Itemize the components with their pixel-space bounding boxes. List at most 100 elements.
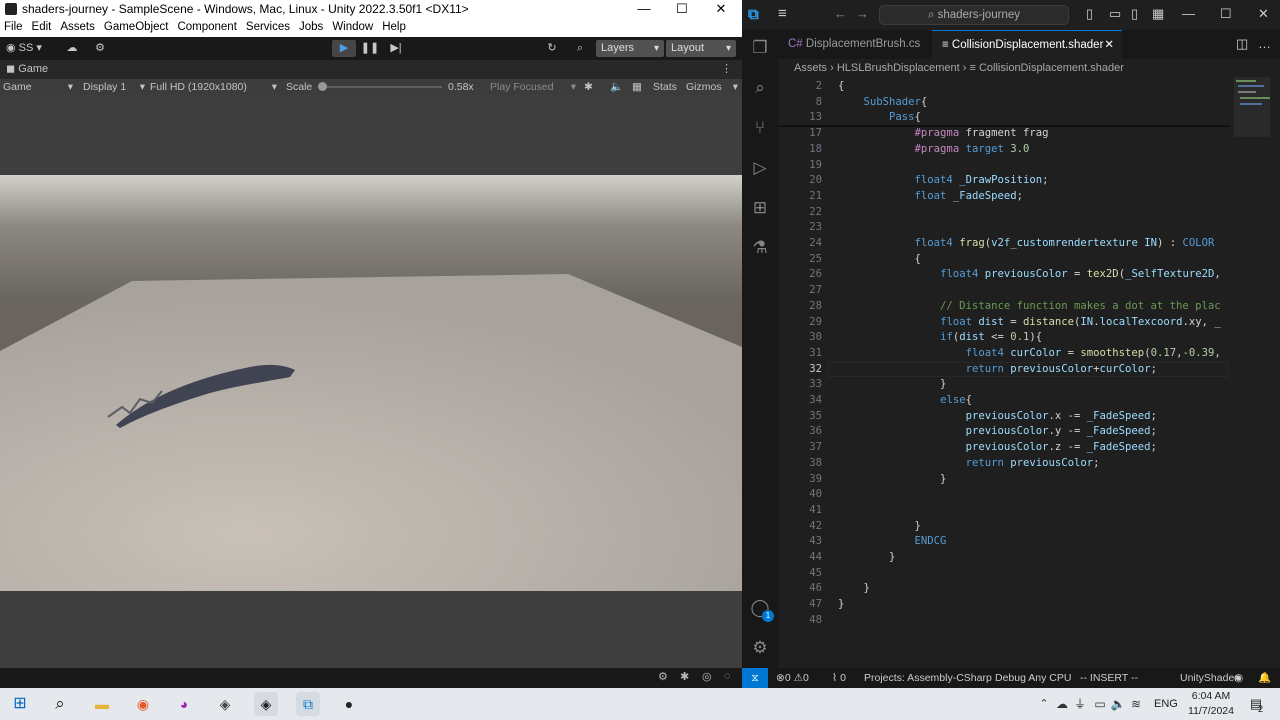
minimize-button[interactable]: — (624, 0, 664, 18)
minimap[interactable] (1230, 77, 1280, 668)
manage-gear-icon[interactable]: ⚙ (750, 638, 770, 658)
cloud-icon[interactable]: ☁ (62, 40, 82, 57)
code-line[interactable]: #pragma fragment frag (838, 126, 1049, 142)
tab-collision-displacement[interactable]: ≡ CollisionDisplacement.shader ✕ (932, 30, 1122, 59)
unity-editor-icon[interactable]: ◈ (254, 692, 278, 716)
bug-icon[interactable]: ✱ (584, 79, 593, 95)
info-icon[interactable]: ◌ (724, 670, 731, 682)
customize-layout-icon[interactable]: ▦ (1152, 6, 1164, 22)
source-control-icon[interactable]: ⑂ (750, 118, 770, 138)
account-dropdown[interactable]: ◉ SS ▾ (6, 40, 54, 57)
wifi-icon[interactable]: ≋ (1124, 692, 1148, 716)
code-line[interactable]: previousColor.y -= _FadeSpeed; (838, 424, 1157, 440)
maximize-button[interactable]: ☐ (662, 0, 702, 18)
layers-dropdown[interactable]: Layers (596, 40, 664, 57)
game-viewport[interactable] (0, 95, 742, 668)
split-editor-icon[interactable]: ◫ (1236, 36, 1248, 52)
code-line[interactable]: } (838, 377, 946, 393)
code-line[interactable]: { (838, 252, 921, 268)
minimize-button[interactable]: — (1182, 6, 1195, 21)
recorder-icon[interactable]: ● (337, 692, 361, 716)
code-line[interactable]: return previousColor; (838, 456, 1100, 472)
layout-dropdown[interactable]: Layout (666, 40, 736, 57)
code-line[interactable]: else{ (838, 393, 972, 409)
code-line[interactable]: float _FadeSpeed; (838, 189, 1023, 205)
stats-button[interactable]: Stats (653, 79, 677, 95)
code-line[interactable]: float4 frag(v2f_customrendertexture IN) … (838, 236, 1215, 252)
maximize-button[interactable]: ☐ (1220, 6, 1232, 22)
keyboard-icon[interactable]: ▦ (632, 79, 642, 95)
ports-indicator[interactable]: ⌇ 0 (832, 668, 846, 688)
code-line[interactable]: ENDCG (838, 534, 947, 550)
code-line[interactable]: Pass{ (838, 110, 921, 126)
tab-displacement-brush[interactable]: C# DisplacementBrush.cs (778, 30, 928, 59)
language-indicator[interactable]: ENG (1154, 698, 1178, 710)
menu-item-services[interactable]: Services (246, 18, 290, 37)
gamepad-app-icon[interactable]: ◕ (172, 692, 196, 716)
close-button[interactable]: ✕ (1258, 6, 1269, 22)
close-tab-icon[interactable]: ✕ (1104, 31, 1114, 60)
toggle-panel-icon[interactable]: ▭ (1109, 6, 1121, 22)
firefox-icon[interactable]: ◉ (131, 692, 155, 716)
code-line[interactable]: float4 _DrawPosition; (838, 173, 1049, 189)
close-button[interactable]: ✕ (701, 0, 741, 18)
forward-arrow-icon[interactable]: → (856, 6, 869, 21)
more-actions-icon[interactable]: … (1258, 36, 1271, 51)
bell-icon[interactable]: 🔔 (1258, 668, 1271, 688)
pause-button[interactable]: ❚❚ (358, 40, 382, 57)
vscode-taskbar-icon[interactable]: ⧉ (296, 692, 320, 716)
code-line[interactable]: float4 curColor = smoothstep(0.17,-0.39, (838, 346, 1221, 362)
unity-hub-icon[interactable]: ◈ (213, 692, 237, 716)
search-icon[interactable]: ⌕ (570, 40, 590, 57)
cache-icon[interactable]: ◎ (702, 670, 712, 683)
menu-item-window[interactable]: Window (332, 18, 373, 37)
resolution-dropdown[interactable]: Full HD (1920x1080) ▾ (150, 79, 277, 95)
explorer-icon[interactable]: ❐ (750, 38, 770, 58)
windows-start-icon[interactable]: ⊞ (8, 692, 32, 716)
breadcrumb-item[interactable]: HLSLBrushDisplacement (837, 62, 960, 74)
menu-item-component[interactable]: Component (177, 18, 236, 37)
play-button[interactable]: ▶ (332, 40, 356, 57)
language-mode[interactable]: UnityShader (1180, 668, 1238, 688)
menu-item-gameobject[interactable]: GameObject (104, 18, 169, 37)
file-explorer-icon[interactable]: ▬ (90, 692, 114, 716)
code-line[interactable]: } (838, 472, 946, 488)
menu-item-help[interactable]: Help (382, 18, 406, 37)
display-dropdown[interactable]: Display 1 ▾ (83, 79, 145, 95)
back-arrow-icon[interactable]: ← (834, 6, 847, 21)
code-line[interactable]: } (838, 581, 870, 597)
speaker-icon[interactable]: 🔈 (610, 79, 623, 95)
code-line[interactable]: { (838, 79, 844, 95)
notification-icon[interactable]: ▤ (1244, 692, 1268, 716)
menu-item-edit[interactable]: Edit (32, 18, 52, 37)
play-focused-dropdown[interactable]: Play Focused ▾ (490, 79, 576, 95)
menu-icon[interactable]: ≡ (778, 5, 787, 22)
code-line[interactable]: if(dist <= 0.1){ (838, 330, 1042, 346)
testing-icon[interactable]: ⚗ (750, 238, 770, 258)
scale-slider[interactable] (318, 82, 442, 91)
step-button[interactable]: ▶| (384, 40, 408, 57)
search-icon[interactable]: ⌕ (48, 692, 72, 716)
gizmos-dropdown[interactable]: Gizmos ▾ (686, 79, 740, 95)
debug-config[interactable]: Debug Any CPU (995, 668, 1071, 688)
code-editor[interactable]: 2 {8 SubShader{13 Pass{17 #pragma fragmen… (778, 77, 1230, 668)
breadcrumb-item[interactable]: CollisionDisplacement.shader (979, 62, 1124, 74)
code-line[interactable]: SubShader{ (838, 95, 928, 111)
clock[interactable]: 6:04 AM 11/7/2024 (1186, 690, 1236, 717)
extensions-icon[interactable]: ⊞ (750, 198, 770, 218)
code-line[interactable]: } (838, 550, 895, 566)
project-status[interactable]: Projects: Assembly-CSharp (864, 668, 992, 688)
code-line[interactable]: #pragma target 3.0 (838, 142, 1030, 158)
remote-icon[interactable]: ⧖ (742, 668, 768, 688)
code-line[interactable]: return previousColor+curColor; (838, 362, 1157, 378)
menu-item-assets[interactable]: Assets (60, 18, 95, 37)
search-icon[interactable]: ⌕ (750, 78, 770, 98)
breadcrumb-item[interactable]: Assets (794, 62, 827, 74)
code-line[interactable]: } (838, 519, 921, 535)
toggle-secondary-icon[interactable]: ▯ (1131, 6, 1138, 22)
history-icon[interactable]: ↻ (542, 40, 562, 57)
view-dropdown[interactable]: Game ▾ (3, 79, 73, 95)
run-debug-icon[interactable]: ▷ (750, 158, 770, 178)
code-line[interactable]: previousColor.x -= _FadeSpeed; (838, 409, 1157, 425)
scale-slider-handle[interactable] (318, 82, 327, 91)
